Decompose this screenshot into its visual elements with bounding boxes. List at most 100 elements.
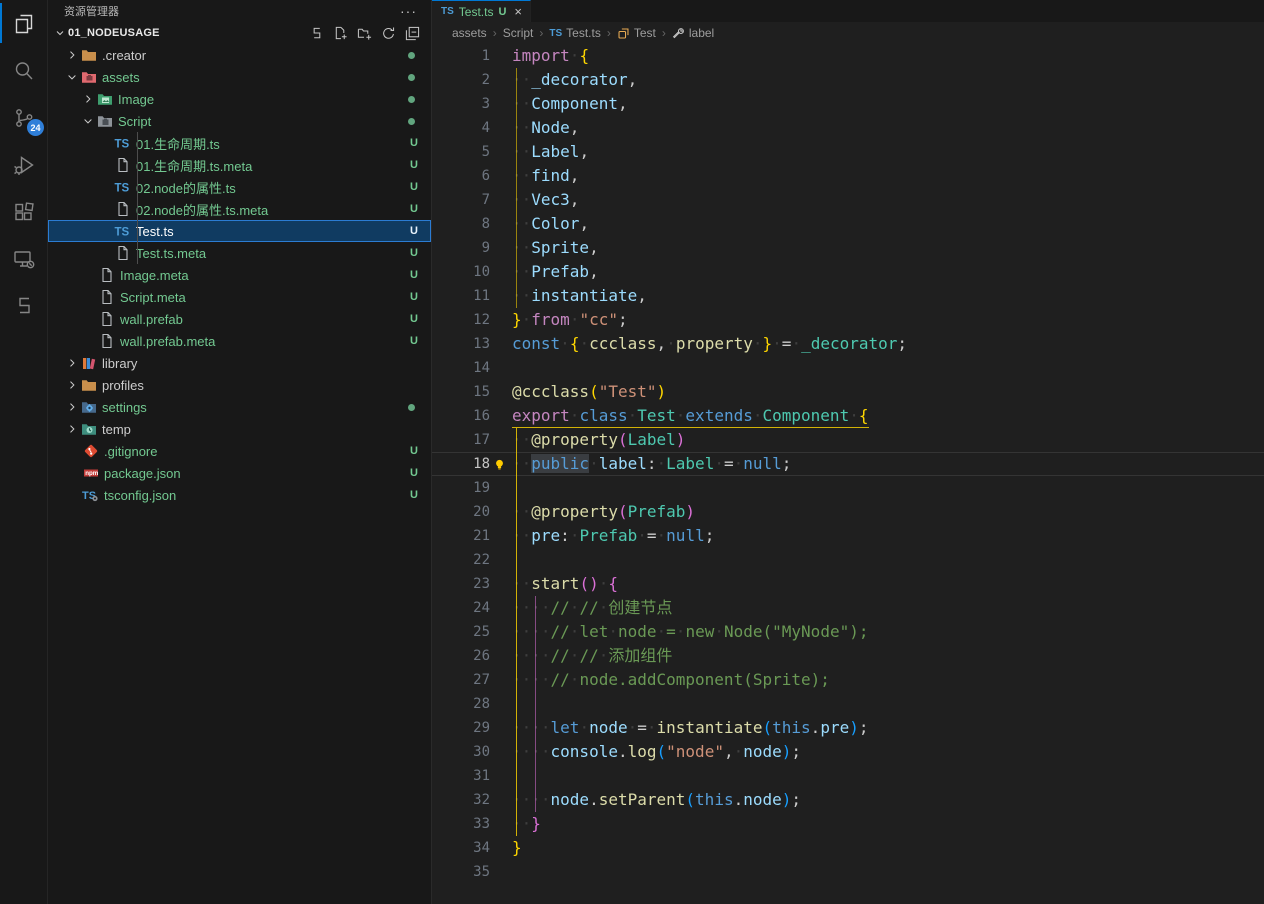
code-line-32[interactable]: 32····node.setParent(this.node); xyxy=(432,788,1264,812)
code-line-33[interactable]: 33··} xyxy=(432,812,1264,836)
tree-item-settings[interactable]: settings xyxy=(48,396,431,418)
tree-item-.gitignore[interactable]: .gitignoreU xyxy=(48,440,431,462)
git-untracked-badge: U xyxy=(410,225,418,237)
code-line-29[interactable]: 29····let·node·=·instantiate(this.pre); xyxy=(432,716,1264,740)
breadcrumb-item-Test.ts[interactable]: TSTest.ts xyxy=(549,26,600,40)
code-line-21[interactable]: 21··pre:·Prefab·=·null; xyxy=(432,524,1264,548)
line-number: 1 xyxy=(432,44,490,68)
code-line-7[interactable]: 7··Vec3, xyxy=(432,188,1264,212)
line-number: 22 xyxy=(432,548,490,572)
tree-item-assets[interactable]: assets xyxy=(48,66,431,88)
code-s-icon[interactable] xyxy=(307,24,325,42)
code-line-25[interactable]: 25····//·let·node·=·new·Node("MyNode"); xyxy=(432,620,1264,644)
tree-item-package.json[interactable]: npmpackage.jsonU xyxy=(48,462,431,484)
code-line-5[interactable]: 5··Label, xyxy=(432,140,1264,164)
collapse-all-icon[interactable] xyxy=(403,24,421,42)
code-line-8[interactable]: 8··Color, xyxy=(432,212,1264,236)
tree-item-Script.meta[interactable]: Script.meta U xyxy=(48,286,431,308)
code-line-20[interactable]: 20··@property(Prefab) xyxy=(432,500,1264,524)
lightbulb-quickfix-icon[interactable] xyxy=(493,452,507,476)
code-line-30[interactable]: 30····console.log("node",·node); xyxy=(432,740,1264,764)
code-line-17[interactable]: 17··@property(Label) xyxy=(432,428,1264,452)
git-untracked-badge: U xyxy=(410,291,418,303)
code-line-16[interactable]: 16export·class·Test·extends·Component·{ xyxy=(432,404,1264,428)
tree-item-Test.ts[interactable]: TSTest.tsU xyxy=(48,220,431,242)
tree-item-Image[interactable]: Image xyxy=(48,88,431,110)
git-modified-dot-badge xyxy=(408,74,415,81)
tab-test-ts[interactable]: TS Test.ts U × xyxy=(432,0,531,22)
file-label: Script.meta xyxy=(120,290,186,305)
code-line-22[interactable]: 22 xyxy=(432,548,1264,572)
activitybar-search-icon[interactable] xyxy=(0,47,48,94)
code-line-24[interactable]: 24····//·//·创建节点 xyxy=(432,596,1264,620)
close-icon[interactable]: × xyxy=(514,4,522,19)
code-line-18[interactable]: 18··public·label:·Label·=·null; xyxy=(432,452,1264,476)
new-file-icon[interactable] xyxy=(331,24,349,42)
folder-temp-icon xyxy=(80,421,97,437)
code-line-34[interactable]: 34} xyxy=(432,836,1264,860)
typescript-file-icon: TS xyxy=(549,28,562,39)
line-number: 26 xyxy=(432,644,490,668)
code-line-9[interactable]: 9··Sprite, xyxy=(432,236,1264,260)
code-editor[interactable]: 1import·{2··_decorator,3··Component,4··N… xyxy=(432,44,1264,904)
code-line-13[interactable]: 13const·{·ccclass,·property·}·=·_decorat… xyxy=(432,332,1264,356)
breadcrumb-item-Script[interactable]: Script xyxy=(503,26,534,40)
activitybar-remote-icon[interactable] xyxy=(0,235,48,282)
code-line-11[interactable]: 11··instantiate, xyxy=(432,284,1264,308)
activitybar-extensions-icon[interactable] xyxy=(0,188,48,235)
tree-item-.creator[interactable]: .creator xyxy=(48,44,431,66)
tree-item-library[interactable]: library xyxy=(48,352,431,374)
code-line-35[interactable]: 35 xyxy=(432,860,1264,884)
explorer-section-header[interactable]: 01_NODEUSAGE xyxy=(48,22,431,44)
git-untracked-badge: U xyxy=(410,467,418,479)
git-untracked-badge: U xyxy=(410,181,418,193)
code-line-4[interactable]: 4··Node, xyxy=(432,116,1264,140)
code-line-28[interactable]: 28 xyxy=(432,692,1264,716)
activitybar-explorer-icon[interactable] xyxy=(0,0,48,47)
line-number: 2 xyxy=(432,68,490,92)
breadcrumb-item-Test[interactable]: Test xyxy=(617,26,656,40)
code-line-27[interactable]: 27····//·node.addComponent(Sprite); xyxy=(432,668,1264,692)
code-line-12[interactable]: 12}·from·"cc"; xyxy=(432,308,1264,332)
tree-item-Script[interactable]: Script xyxy=(48,110,431,132)
refresh-icon[interactable] xyxy=(379,24,397,42)
code-line-26[interactable]: 26····//·//·添加组件 xyxy=(432,644,1264,668)
code-line-6[interactable]: 6··find, xyxy=(432,164,1264,188)
tree-item-Image.meta[interactable]: Image.metaU xyxy=(48,264,431,286)
code-text: ··Sprite, xyxy=(512,238,599,257)
tree-item-01._.ts.meta[interactable]: 01.生命周期.ts.metaU xyxy=(48,154,431,176)
tree-item-02.node_.ts.meta[interactable]: 02.node的属性.ts.metaU xyxy=(48,198,431,220)
tree-item-01._.ts[interactable]: TS01.生命周期.tsU xyxy=(48,132,431,154)
activitybar-source-control-icon[interactable]: 24 xyxy=(0,94,48,141)
code-line-3[interactable]: 3··Component, xyxy=(432,92,1264,116)
activitybar-code-s-icon[interactable] xyxy=(0,282,48,329)
code-line-2[interactable]: 2··_decorator, xyxy=(432,68,1264,92)
tree-item-wall.prefab[interactable]: wall.prefabU xyxy=(48,308,431,330)
more-actions-icon[interactable]: ··· xyxy=(400,3,417,19)
code-line-15[interactable]: 15@ccclass("Test") xyxy=(432,380,1264,404)
code-line-23[interactable]: 23··start()·{ xyxy=(432,572,1264,596)
git-untracked-badge: U xyxy=(410,159,418,171)
breadcrumb-separator: › xyxy=(537,26,545,40)
code-text: @ccclass("Test") xyxy=(512,382,666,401)
code-line-19[interactable]: 19 xyxy=(432,476,1264,500)
chevron-right-icon xyxy=(64,47,80,63)
breadcrumb-item-assets[interactable]: assets xyxy=(452,26,487,40)
code-line-14[interactable]: 14 xyxy=(432,356,1264,380)
git-icon xyxy=(82,443,99,459)
code-line-31[interactable]: 31 xyxy=(432,764,1264,788)
tree-item-temp[interactable]: temp xyxy=(48,418,431,440)
ts-icon: TS xyxy=(114,179,131,195)
tree-item-Test.ts.meta[interactable]: Test.ts.metaU xyxy=(48,242,431,264)
folder-settings-icon xyxy=(80,399,97,415)
activitybar-run-debug-icon[interactable] xyxy=(0,141,48,188)
tree-item-wall.prefab.meta[interactable]: wall.prefab.metaU xyxy=(48,330,431,352)
code-text: ··Color, xyxy=(512,214,589,233)
tree-item-tsconfig.json[interactable]: TStsconfig.jsonU xyxy=(48,484,431,506)
new-folder-icon[interactable] xyxy=(355,24,373,42)
tree-item-02.node_.ts[interactable]: TS02.node的属性.tsU xyxy=(48,176,431,198)
code-line-10[interactable]: 10··Prefab, xyxy=(432,260,1264,284)
code-line-1[interactable]: 1import·{ xyxy=(432,44,1264,68)
tree-item-profiles[interactable]: profiles xyxy=(48,374,431,396)
breadcrumb-item-label[interactable]: label xyxy=(672,26,714,40)
